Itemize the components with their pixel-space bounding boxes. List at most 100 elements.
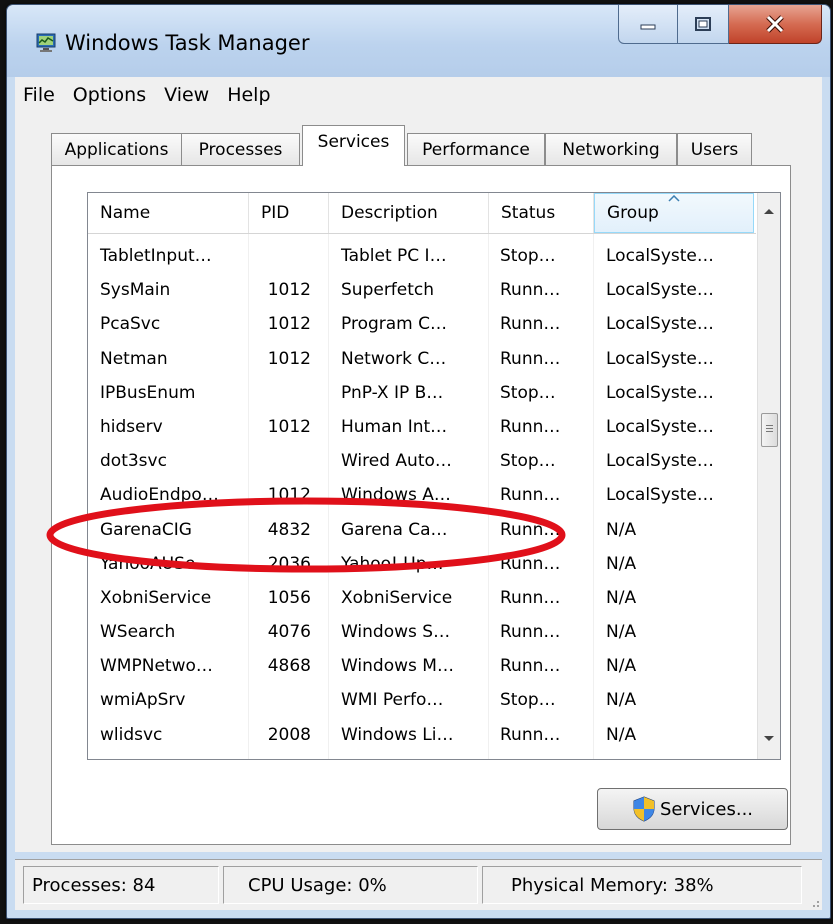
cell-status: Stop…: [500, 451, 556, 472]
cell-pid: 1012: [267, 416, 311, 437]
cell-name: YahooAUSe…: [100, 553, 213, 574]
cell-status: Runn…: [500, 416, 561, 437]
cell-name: XobniService: [100, 587, 212, 608]
cell-description: Program C…: [341, 314, 448, 335]
table-row[interactable]: hidserv 1012 Human Int… Runn… LocalSyste…: [88, 410, 756, 444]
cell-group: LocalSyste…: [606, 416, 714, 437]
menu-file[interactable]: File: [15, 84, 65, 106]
resize-grip-icon[interactable]: [808, 896, 820, 908]
status-processes: Processes: 84: [23, 866, 219, 904]
cell-description: Windows A…: [341, 485, 451, 506]
cell-name: wlidsvc: [100, 724, 163, 745]
cell-name: TabletInput…: [100, 246, 212, 266]
table-row[interactable]: XobniService 1056 XobniService Runn… N/A: [88, 581, 756, 615]
tab-performance[interactable]: Performance: [407, 133, 545, 165]
cell-description: Windows Li…: [341, 724, 454, 745]
cell-pid: 1012: [267, 485, 311, 506]
scroll-down-icon[interactable]: [758, 729, 780, 749]
close-button[interactable]: [729, 5, 822, 44]
cell-description: XobniService: [341, 587, 453, 608]
cell-status: Runn…: [500, 280, 561, 301]
table-row[interactable]: Netman 1012 Network C… Runn… LocalSyste…: [88, 342, 756, 376]
services-list[interactable]: Name PID Description Status Group Tablet…: [87, 192, 781, 760]
cell-group: LocalSyste…: [606, 451, 714, 472]
services-button-label: Services...: [659, 798, 754, 820]
status-physical-memory: Physical Memory: 38%: [482, 866, 802, 904]
cell-status: Stop…: [500, 690, 556, 711]
table-row[interactable]: AudioEndpo… 1012 Windows A… Runn… LocalSyste…: [88, 478, 756, 512]
table-row[interactable]: WSearch 4076 Windows S… Runn… N/A: [88, 615, 756, 649]
uac-shield-icon: [633, 796, 655, 822]
tab-services[interactable]: Services: [302, 125, 405, 166]
cell-status: Runn…: [500, 724, 561, 745]
cell-group: LocalSyste…: [606, 485, 714, 506]
table-row[interactable]: PcaSvc 1012 Program C… Runn… LocalSyste…: [88, 307, 756, 341]
cell-pid: 1012: [267, 314, 311, 335]
cell-description: Tablet PC I…: [341, 246, 447, 266]
table-row[interactable]: TabletInput… Tablet PC I… Stop… LocalSyste…: [88, 239, 756, 273]
column-header-description[interactable]: Description: [329, 193, 489, 233]
cell-name: Netman: [100, 348, 168, 369]
tab-users[interactable]: Users: [677, 133, 752, 165]
menu-view[interactable]: View: [156, 84, 219, 106]
scroll-up-icon[interactable]: [758, 201, 780, 221]
cell-name: hidserv: [100, 416, 163, 437]
cell-pid: 4868: [267, 656, 311, 677]
table-row[interactable]: GarenaCIG 4832 Garena Ca… Runn… N/A: [88, 513, 756, 547]
cell-description: Garena Ca…: [341, 519, 448, 540]
cell-name: WMPNetwo…: [100, 656, 213, 677]
status-bar: Processes: 84 CPU Usage: 0% Physical Mem…: [15, 859, 822, 910]
maximize-icon: [695, 17, 711, 31]
maximize-button[interactable]: [678, 5, 729, 44]
client-area: Applications Processes Services Performa…: [15, 113, 822, 852]
cell-group: N/A: [606, 622, 637, 643]
cell-description: Network C…: [341, 348, 447, 369]
cell-group: N/A: [606, 690, 637, 711]
cell-status: Runn…: [500, 587, 561, 608]
column-header-group-label: Group: [607, 203, 659, 223]
table-row[interactable]: wlidsvc 2008 Windows Li… Runn… N/A: [88, 718, 756, 752]
minimize-icon: [640, 24, 656, 30]
column-header-pid[interactable]: PID: [249, 193, 329, 233]
menu-help[interactable]: Help: [219, 84, 280, 106]
cell-description: Windows M…: [341, 656, 454, 677]
cell-status: Runn…: [500, 656, 561, 677]
title-bar[interactable]: Windows Task Manager: [7, 5, 830, 77]
cell-pid: [256, 376, 311, 410]
services-button[interactable]: Services...: [597, 788, 788, 830]
cell-description: Human Int…: [341, 416, 448, 437]
table-row[interactable]: dot3svc Wired Auto… Stop… LocalSyste…: [88, 444, 756, 478]
cell-name: AudioEndpo…: [100, 485, 219, 506]
cell-description: Superfetch: [341, 280, 435, 301]
column-header-name[interactable]: Name: [88, 193, 249, 233]
vertical-scrollbar[interactable]: [757, 193, 780, 759]
tab-processes[interactable]: Processes: [181, 133, 300, 165]
menu-options[interactable]: Options: [65, 84, 156, 106]
tab-applications[interactable]: Applications: [51, 133, 182, 165]
table-row[interactable]: wmiApSrv WMI Perfo… Stop… N/A: [88, 683, 756, 717]
cell-group: N/A: [606, 724, 637, 745]
table-row[interactable]: SysMain 1012 Superfetch Runn… LocalSyste…: [88, 273, 756, 307]
list-header: Name PID Description Status Group: [88, 193, 756, 234]
table-row[interactable]: YahooAUSe… 2036 Yahoo! Up… Runn… N/A: [88, 547, 756, 581]
cell-description: Yahoo! Up…: [341, 553, 444, 574]
cell-pid: [256, 239, 311, 273]
cell-pid: 4076: [267, 622, 311, 643]
window-title: Windows Task Manager: [65, 31, 310, 55]
cell-group: LocalSyste…: [606, 314, 714, 335]
column-header-group[interactable]: Group: [594, 193, 754, 233]
cell-group: LocalSyste…: [606, 246, 714, 266]
minimize-button[interactable]: [618, 5, 678, 44]
tab-networking[interactable]: Networking: [545, 133, 677, 165]
cell-name: WSearch: [100, 622, 176, 643]
table-row[interactable]: IPBusEnum PnP-X IP B… Stop… LocalSyste…: [88, 376, 756, 410]
table-row[interactable]: WMPNetwo… 4868 Windows M… Runn… N/A: [88, 649, 756, 683]
scroll-thumb[interactable]: [761, 413, 778, 447]
cell-group: N/A: [606, 553, 637, 574]
cell-status: Runn…: [500, 519, 561, 540]
cell-pid: 2008: [267, 724, 311, 745]
menu-bar: File Options View Help: [15, 77, 822, 114]
cell-group: LocalSyste…: [606, 280, 714, 301]
column-header-status[interactable]: Status: [489, 193, 594, 233]
close-icon: [766, 15, 784, 33]
